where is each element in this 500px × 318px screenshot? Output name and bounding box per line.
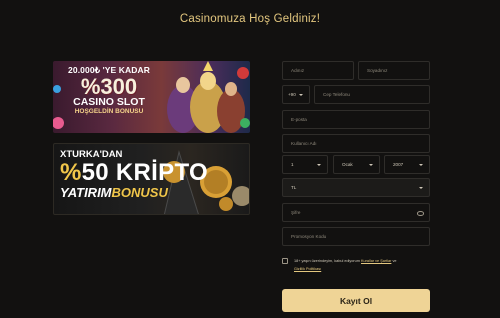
username-field[interactable]: Kullanıcı Adı: [282, 134, 430, 153]
privacy-link[interactable]: Gizlilik Politikası: [294, 267, 321, 271]
phone-field[interactable]: Cep Telefonu: [314, 85, 430, 104]
consent-text: 18+ yaşın üzerindeyim, kabul ediyorum Ku…: [294, 259, 397, 271]
birth-year-select[interactable]: 2007: [384, 155, 430, 174]
crypto-banner-percent: %: [60, 159, 82, 186]
chevron-down-icon: [299, 93, 303, 96]
register-button[interactable]: Kayıt Ol: [282, 289, 430, 312]
crypto-banner-line3a: YATIRIM: [60, 185, 112, 200]
birth-day-select[interactable]: 1: [282, 155, 328, 174]
chevron-down-icon: [317, 163, 321, 166]
page-title: Casinomuza Hoş Geldiniz!: [179, 13, 321, 25]
terms-link[interactable]: Kurallar ve Şartlar: [361, 259, 391, 263]
crypto-banner-line3b: BONUSU: [111, 185, 168, 200]
currency-select[interactable]: TL: [282, 178, 430, 197]
consent-checkbox[interactable]: [282, 258, 288, 264]
chevron-down-icon: [419, 186, 423, 189]
game-characters-illustration: [53, 61, 250, 133]
slot-bonus-banner[interactable]: 20.000₺ 'YE KADAR %300 CASINO SLOT HOŞGE…: [53, 61, 250, 133]
eye-icon[interactable]: [417, 211, 424, 216]
chevron-down-icon: [369, 163, 373, 166]
last-name-field[interactable]: Soyadınız: [358, 61, 430, 80]
phone-code-select[interactable]: +90: [282, 85, 310, 104]
chevron-down-icon: [419, 163, 423, 166]
promo-code-field[interactable]: Promosyon Kodu: [282, 227, 430, 246]
first-name-field[interactable]: Adınız: [282, 61, 354, 80]
email-field[interactable]: E-posta: [282, 110, 430, 129]
crypto-bonus-banner[interactable]: XTURKA'DAN %50 KRİPTO YATIRIMBONUSU: [53, 143, 250, 215]
password-field[interactable]: Şifre: [282, 203, 430, 222]
birth-month-select[interactable]: Ocak: [333, 155, 380, 174]
crypto-banner-line2: 50 KRİPTO: [81, 159, 208, 186]
